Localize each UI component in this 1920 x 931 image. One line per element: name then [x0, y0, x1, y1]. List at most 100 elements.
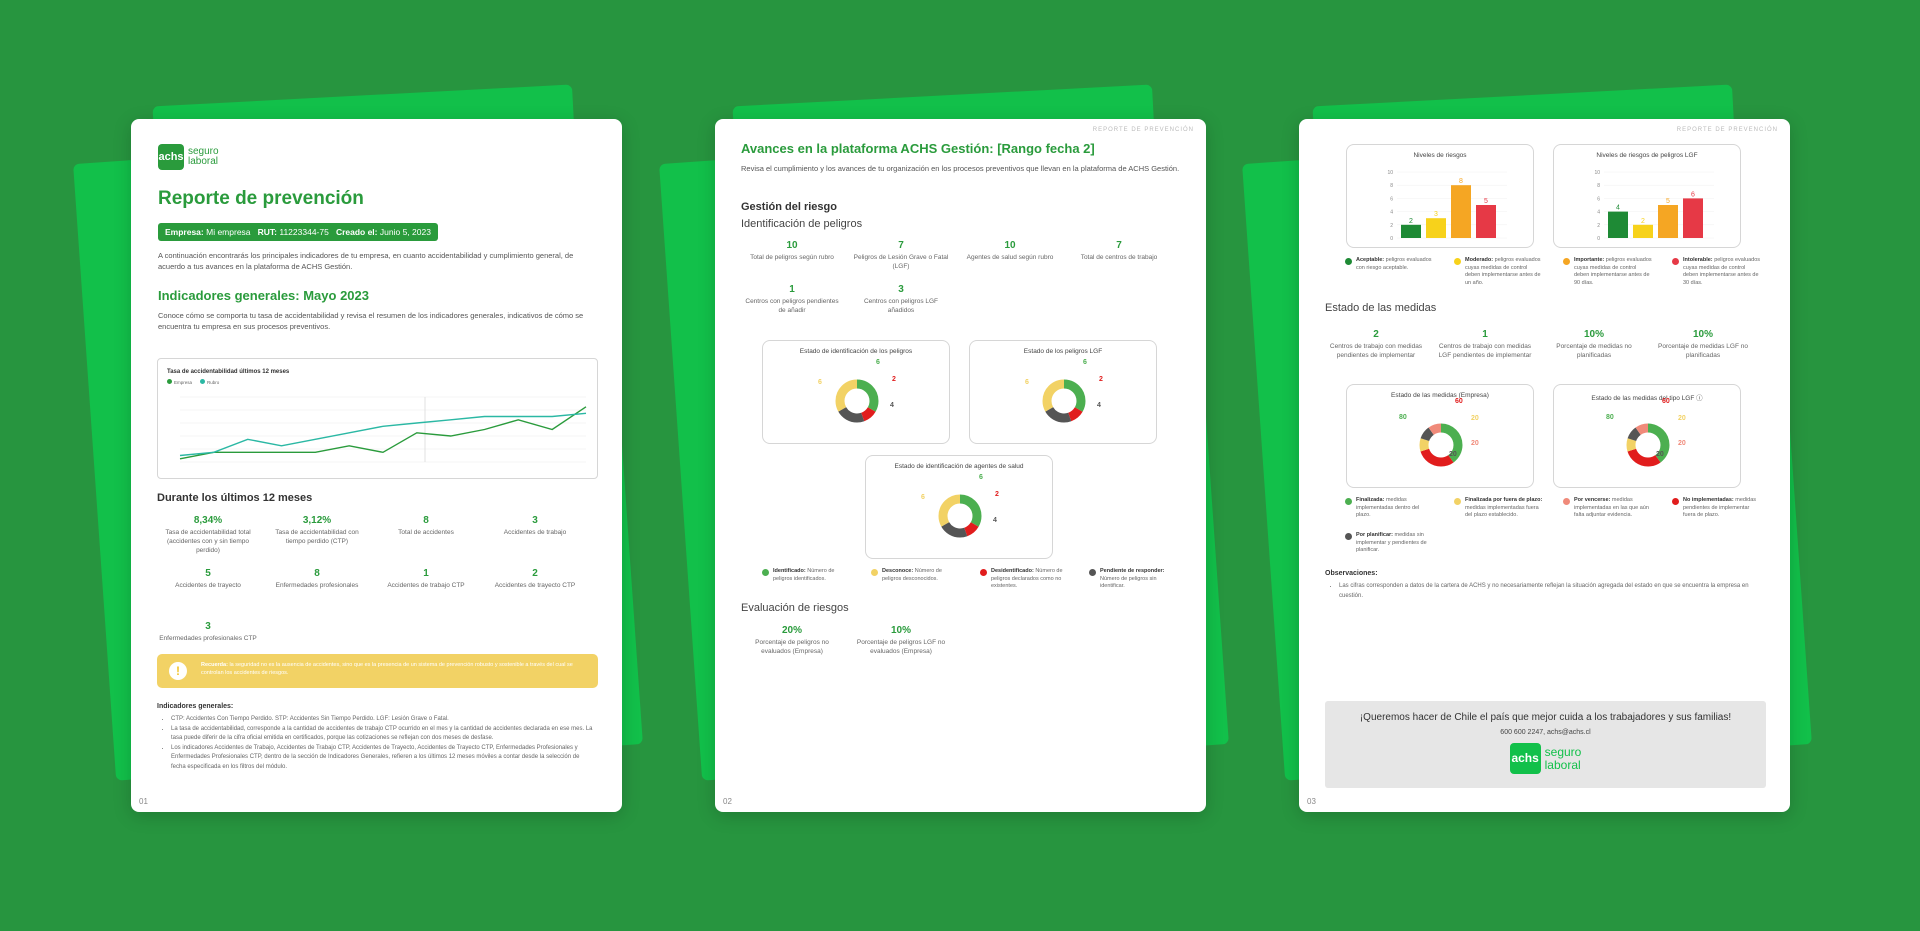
y-tick-label: 4 — [1597, 210, 1600, 216]
donut-value-label: 20 — [1678, 440, 1686, 447]
stat-label: Porcentaje de peligros no evaluados (Emp… — [755, 639, 829, 655]
intro-text: A continuación encontrarás los principal… — [158, 251, 574, 271]
stat-value: 10 — [786, 240, 798, 251]
twelve-months-title: Durante los últimos 12 meses — [157, 492, 313, 504]
donut-value-label: 4 — [890, 402, 894, 409]
donut-value-label: 20 — [1471, 440, 1479, 447]
legend-item: Identificado: Número de peligros identif… — [762, 568, 852, 583]
stat-item: 8,34% Tasa de accidentabilidad total (acc… — [158, 515, 258, 555]
bar — [1426, 218, 1446, 238]
donut-svg — [831, 375, 883, 427]
logo-mark: achs — [158, 144, 184, 170]
notice-banner: ! Recuerda: la seguridad no es la ausenc… — [157, 654, 598, 688]
section-text: Conoce cómo se comporta tu tasa de accid… — [158, 311, 584, 331]
stat-label: Tasa de accidentabilidad total (accident… — [165, 529, 251, 554]
stat-value: 1 — [789, 284, 795, 295]
bar — [1401, 224, 1421, 238]
stat-value: 10 — [1004, 240, 1016, 251]
y-tick-label: 8 — [1597, 183, 1600, 189]
legend-item: No implementadas: medidas pendientes de … — [1672, 497, 1762, 520]
legend-item: Por vencerse: medidas implementadas en l… — [1563, 497, 1653, 520]
report-page-2: Reporte de prevención Avances en la plat… — [715, 119, 1206, 812]
donut-value-label: 6 — [979, 474, 983, 481]
stat-label: Accidentes de trabajo — [503, 529, 567, 536]
donut-value-label: 80 — [1606, 414, 1614, 421]
stat-label: Total de centros de trabajo — [1080, 254, 1158, 261]
donut-value-label: 6 — [1083, 359, 1087, 366]
legend-item: Pendiente de responder: Número de peligr… — [1089, 568, 1179, 591]
bar-value-label: 2 — [1409, 218, 1413, 225]
stat-value: 10% — [890, 625, 911, 636]
legend-item: Por planificar: medidas sin implementar … — [1345, 532, 1435, 555]
stat-label: Accidentes de trayecto — [175, 582, 241, 589]
accident-rate-chart: Tasa de accidentabilidad últimos 12 mese… — [157, 358, 598, 479]
stat-value: 3 — [205, 621, 211, 632]
y-tick-label: 2 — [1597, 223, 1600, 229]
stat-label: Accidentes de trayecto CTP — [494, 582, 576, 589]
line-chart-svg — [179, 396, 587, 463]
stat-value: 7 — [898, 240, 904, 251]
donut-value-label: 6 — [1025, 379, 1029, 386]
donut-value-label: 2 — [1099, 376, 1103, 383]
stat-value: 10% — [1692, 329, 1713, 340]
bar-value-label: 3 — [1434, 211, 1438, 218]
bar-value-label: 8 — [1459, 178, 1463, 185]
notes-title: Indicadores generales: — [157, 703, 234, 710]
donut-svg — [1415, 419, 1467, 471]
stat-item: 1 Centros de trabajo con medidas LGF pend… — [1435, 329, 1535, 361]
bar-value-label: 2 — [1641, 218, 1645, 225]
stat-item: 3 Enfermedades profesionales CTP — [158, 621, 258, 644]
footer-title: ¡Queremos hacer de Chile el país que mej… — [1359, 712, 1732, 723]
legend-dot-icon — [1089, 569, 1096, 576]
bar — [1608, 211, 1628, 238]
stat-item: 10 Total de peligros según rubro — [742, 240, 842, 263]
brand-logo: achs seguro laboral — [158, 144, 219, 170]
section-title: Indicadores generales: Mayo 2023 — [158, 288, 369, 303]
donut-svg — [1038, 375, 1090, 427]
stat-label: Tasa de accidentabilidad con tiempo perd… — [275, 529, 359, 545]
stat-label: Enfermedades profesionales CTP — [159, 635, 257, 642]
donut-value-label: 6 — [921, 494, 925, 501]
page-number: 03 — [1307, 797, 1316, 806]
obs-item: Las cifras corresponden a datos de la ca… — [1339, 582, 1761, 601]
stat-value: 8,34% — [193, 515, 223, 526]
donut-value-label: 20 — [1471, 415, 1479, 422]
bar-value-label: 6 — [1691, 191, 1695, 198]
donut-value-label: 60 — [1662, 398, 1670, 405]
bar-value-label: 4 — [1616, 205, 1620, 212]
stat-value: 10% — [1583, 329, 1604, 340]
bar — [1633, 224, 1653, 238]
running-head: Reporte de prevención — [1092, 127, 1194, 133]
notice-text: Recuerda: la seguridad no es la ausencia… — [201, 662, 573, 677]
logo-text-2: laboral — [188, 156, 219, 167]
legend-dot-icon — [980, 569, 987, 576]
stat-label: Enfermedades profesionales — [275, 582, 359, 589]
legend-dot-icon — [871, 569, 878, 576]
stat-value: 1 — [423, 568, 429, 579]
y-tick-label: 6 — [1390, 196, 1393, 202]
platform-intro: Revisa el cumplimiento y los avances de … — [741, 164, 1180, 173]
stat-item: 10 Agentes de salud según rubro — [960, 240, 1060, 263]
empresa-name: Mi empresa — [206, 227, 251, 237]
stat-value: 2 — [1373, 329, 1379, 340]
donut-value-label: 2 — [995, 491, 999, 498]
y-tick-label: 4 — [1390, 210, 1393, 216]
ident-title: Identificación de peligros — [741, 218, 863, 230]
stat-label: Centros de trabajo con medidas LGF pendi… — [1438, 343, 1532, 359]
legend-dot-icon — [762, 569, 769, 576]
bar-value-label: 5 — [1484, 198, 1488, 205]
stat-value: 20% — [781, 625, 802, 636]
stat-label: Porcentaje de medidas no planificadas — [1556, 343, 1632, 359]
legend-item: Desidentificado: Número de peligros decl… — [980, 568, 1070, 591]
legend-item: Intolerable: peligros evaluados cuyas me… — [1672, 257, 1762, 288]
donut-card-lgf: Estado de los peligros LGF 6 2 4 6 — [969, 340, 1157, 444]
donut-value-label: 6 — [818, 379, 822, 386]
report-page-3: Reporte de prevención Niveles de riesgos… — [1299, 119, 1790, 812]
alert-icon: ! — [169, 662, 187, 680]
stat-value: 8 — [423, 515, 429, 526]
footer-logo: achs seguro laboral — [1509, 743, 1581, 774]
footer-contact: 600 600 2247, achs@achs.cl — [1500, 729, 1591, 736]
notes-list: CTP: Accidentes Con Tiempo Perdido. STP:… — [163, 715, 593, 773]
stat-item: 10% Porcentaje de medidas LGF no planific… — [1653, 329, 1753, 361]
stat-label: Centros con peligros pendientes de añadi… — [745, 298, 839, 314]
